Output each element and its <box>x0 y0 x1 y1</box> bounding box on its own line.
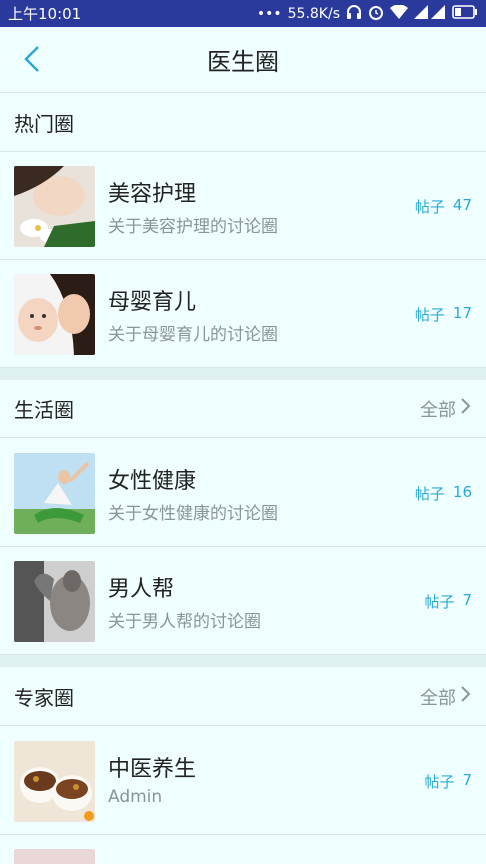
post-count: 帖子 17 <box>414 304 472 324</box>
circle-name: 母婴育儿 <box>108 290 197 315</box>
circle-desc: 关于美容护理的讨论圈 <box>108 217 278 237</box>
status-time: 上午10:01 <box>8 5 82 23</box>
section-header-expert[interactable]: 专家圈 全部 <box>0 668 486 726</box>
signal-icon <box>414 4 446 23</box>
post-count: 帖子 16 <box>414 483 472 503</box>
partial-photo <box>14 849 95 864</box>
list-item[interactable] <box>0 835 486 864</box>
circle-name: 中医养生 <box>108 757 197 782</box>
view-all-link[interactable]: 全部 <box>420 684 472 710</box>
section-title: 生活圈 <box>14 398 74 422</box>
muscle-man-photo <box>14 561 95 642</box>
chevron-right-icon <box>460 397 472 420</box>
wifi-icon <box>390 3 408 23</box>
ellipsis-icon: ••• <box>256 5 282 22</box>
page-title: 医生圈 <box>207 48 279 76</box>
list-item[interactable]: 母婴育儿 关于母婴育儿的讨论圈 帖子 17 <box>0 260 486 368</box>
beauty-photo <box>14 166 95 247</box>
mother-baby-photo <box>14 274 95 355</box>
section-title: 热门圈 <box>14 112 74 136</box>
headphones-icon <box>346 4 362 24</box>
post-count: 帖子 7 <box>424 771 472 791</box>
circle-author: Admin <box>108 787 163 807</box>
section-header-life[interactable]: 生活圈 全部 <box>0 380 486 438</box>
circle-name: 女性健康 <box>108 469 197 494</box>
section-title: 专家圈 <box>14 686 74 710</box>
list-item[interactable]: 女性健康 关于女性健康的讨论圈 帖子 16 <box>0 439 486 547</box>
chevron-left-icon[interactable] <box>18 43 48 75</box>
section-divider <box>0 655 486 667</box>
network-speed: 55.8K/s <box>287 5 340 22</box>
circle-name: 男人帮 <box>108 577 175 602</box>
circle-desc: 关于男人帮的讨论圈 <box>108 612 261 632</box>
chevron-right-icon <box>460 685 472 708</box>
yoga-photo <box>14 453 95 534</box>
list-item[interactable]: 中医养生 Admin 帖子 7 <box>0 727 486 835</box>
section-header-hot: 热门圈 <box>0 94 486 152</box>
circle-desc: 关于母婴育儿的讨论圈 <box>108 325 278 345</box>
list-item[interactable]: 美容护理 关于美容护理的讨论圈 帖子 47 <box>0 152 486 260</box>
status-right: ••• 55.8K/s <box>256 3 478 24</box>
battery-icon <box>452 4 478 23</box>
post-count: 帖子 7 <box>424 591 472 611</box>
circle-name: 美容护理 <box>108 182 197 207</box>
post-count: 帖子 47 <box>414 196 472 216</box>
section-divider <box>0 368 486 380</box>
circle-desc: 关于女性健康的讨论圈 <box>108 504 278 524</box>
alarm-icon <box>368 4 384 24</box>
nav-bar: 医生圈 <box>0 27 486 93</box>
status-bar: 上午10:01 ••• 55.8K/s <box>0 0 486 27</box>
list-item[interactable]: 男人帮 关于男人帮的讨论圈 帖子 7 <box>0 547 486 655</box>
view-all-link[interactable]: 全部 <box>420 396 472 422</box>
herbal-soup-photo <box>14 741 95 822</box>
